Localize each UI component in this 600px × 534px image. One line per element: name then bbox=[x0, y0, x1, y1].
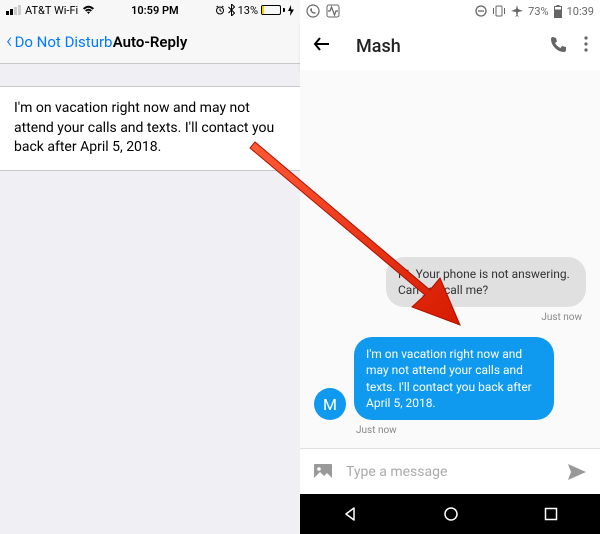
image-icon[interactable] bbox=[312, 461, 334, 483]
ios-statusbar: AT&T Wi-Fi 10:59 PM 13% bbox=[0, 0, 300, 20]
android-phone: 73% 10:39 Mash Hi. Your phone is not ans… bbox=[300, 0, 600, 534]
bluetooth-icon bbox=[228, 4, 235, 16]
alarm-icon bbox=[215, 5, 225, 15]
back-button[interactable] bbox=[312, 34, 332, 59]
charging-icon bbox=[288, 5, 294, 16]
battery-icon bbox=[554, 5, 562, 18]
contact-name[interactable]: Mash bbox=[356, 36, 548, 57]
message-input[interactable]: Type a message bbox=[346, 464, 554, 480]
arrow-left-icon bbox=[312, 34, 332, 54]
incoming-message[interactable]: Hi. Your phone is not answering. Can you… bbox=[314, 257, 586, 307]
nav-home-button[interactable] bbox=[443, 506, 459, 522]
carrier-label: AT&T Wi-Fi bbox=[25, 4, 78, 17]
signal-icon bbox=[6, 5, 21, 15]
whatsapp-icon bbox=[306, 4, 320, 18]
android-navbar bbox=[300, 494, 600, 534]
ios-battery-pct: 13% bbox=[238, 4, 258, 17]
battery-icon bbox=[261, 5, 285, 15]
android-time: 10:39 bbox=[567, 5, 594, 18]
back-label: Do Not Disturb bbox=[15, 33, 113, 51]
ios-time: 10:59 PM bbox=[131, 4, 179, 17]
android-header: Mash bbox=[300, 22, 600, 70]
send-icon[interactable] bbox=[566, 461, 588, 483]
back-button[interactable]: ‹ Do Not Disturb bbox=[6, 31, 112, 53]
activity-icon bbox=[326, 4, 340, 18]
message-timestamp: Just now bbox=[314, 312, 582, 323]
message-input-bar: Type a message bbox=[300, 448, 600, 494]
more-button[interactable] bbox=[584, 36, 588, 56]
triangle-back-icon bbox=[342, 506, 358, 522]
square-recent-icon bbox=[544, 507, 558, 521]
ios-phone: AT&T Wi-Fi 10:59 PM 13% ‹ Do Not Disturb… bbox=[0, 0, 300, 534]
message-bubble: I'm on vacation right now and may not at… bbox=[354, 337, 554, 420]
outgoing-message[interactable]: M I'm on vacation right now and may not … bbox=[314, 337, 586, 420]
ios-nav: ‹ Do Not Disturb Auto-Reply bbox=[0, 20, 300, 64]
page-title: Auto-Reply bbox=[113, 33, 188, 51]
messages-area[interactable]: Hi. Your phone is not answering. Can you… bbox=[300, 70, 600, 448]
more-vertical-icon bbox=[584, 36, 588, 52]
android-battery-pct: 73% bbox=[528, 5, 548, 18]
avatar: M bbox=[314, 388, 346, 420]
chevron-left-icon: ‹ bbox=[6, 31, 13, 53]
airplane-icon bbox=[511, 5, 523, 17]
android-statusbar: 73% 10:39 bbox=[300, 0, 600, 22]
message-bubble: Hi. Your phone is not answering. Can you… bbox=[386, 257, 586, 307]
vibrate-icon bbox=[492, 5, 506, 17]
wifi-icon bbox=[82, 5, 95, 15]
auto-reply-message[interactable]: I'm on vacation right now and may not at… bbox=[0, 86, 300, 171]
message-timestamp: Just now bbox=[356, 425, 586, 436]
phone-icon bbox=[548, 34, 568, 54]
nav-recent-button[interactable] bbox=[544, 507, 558, 521]
nav-back-button[interactable] bbox=[342, 506, 358, 522]
circle-home-icon bbox=[443, 506, 459, 522]
call-button[interactable] bbox=[548, 34, 568, 58]
dnd-icon bbox=[475, 5, 487, 17]
